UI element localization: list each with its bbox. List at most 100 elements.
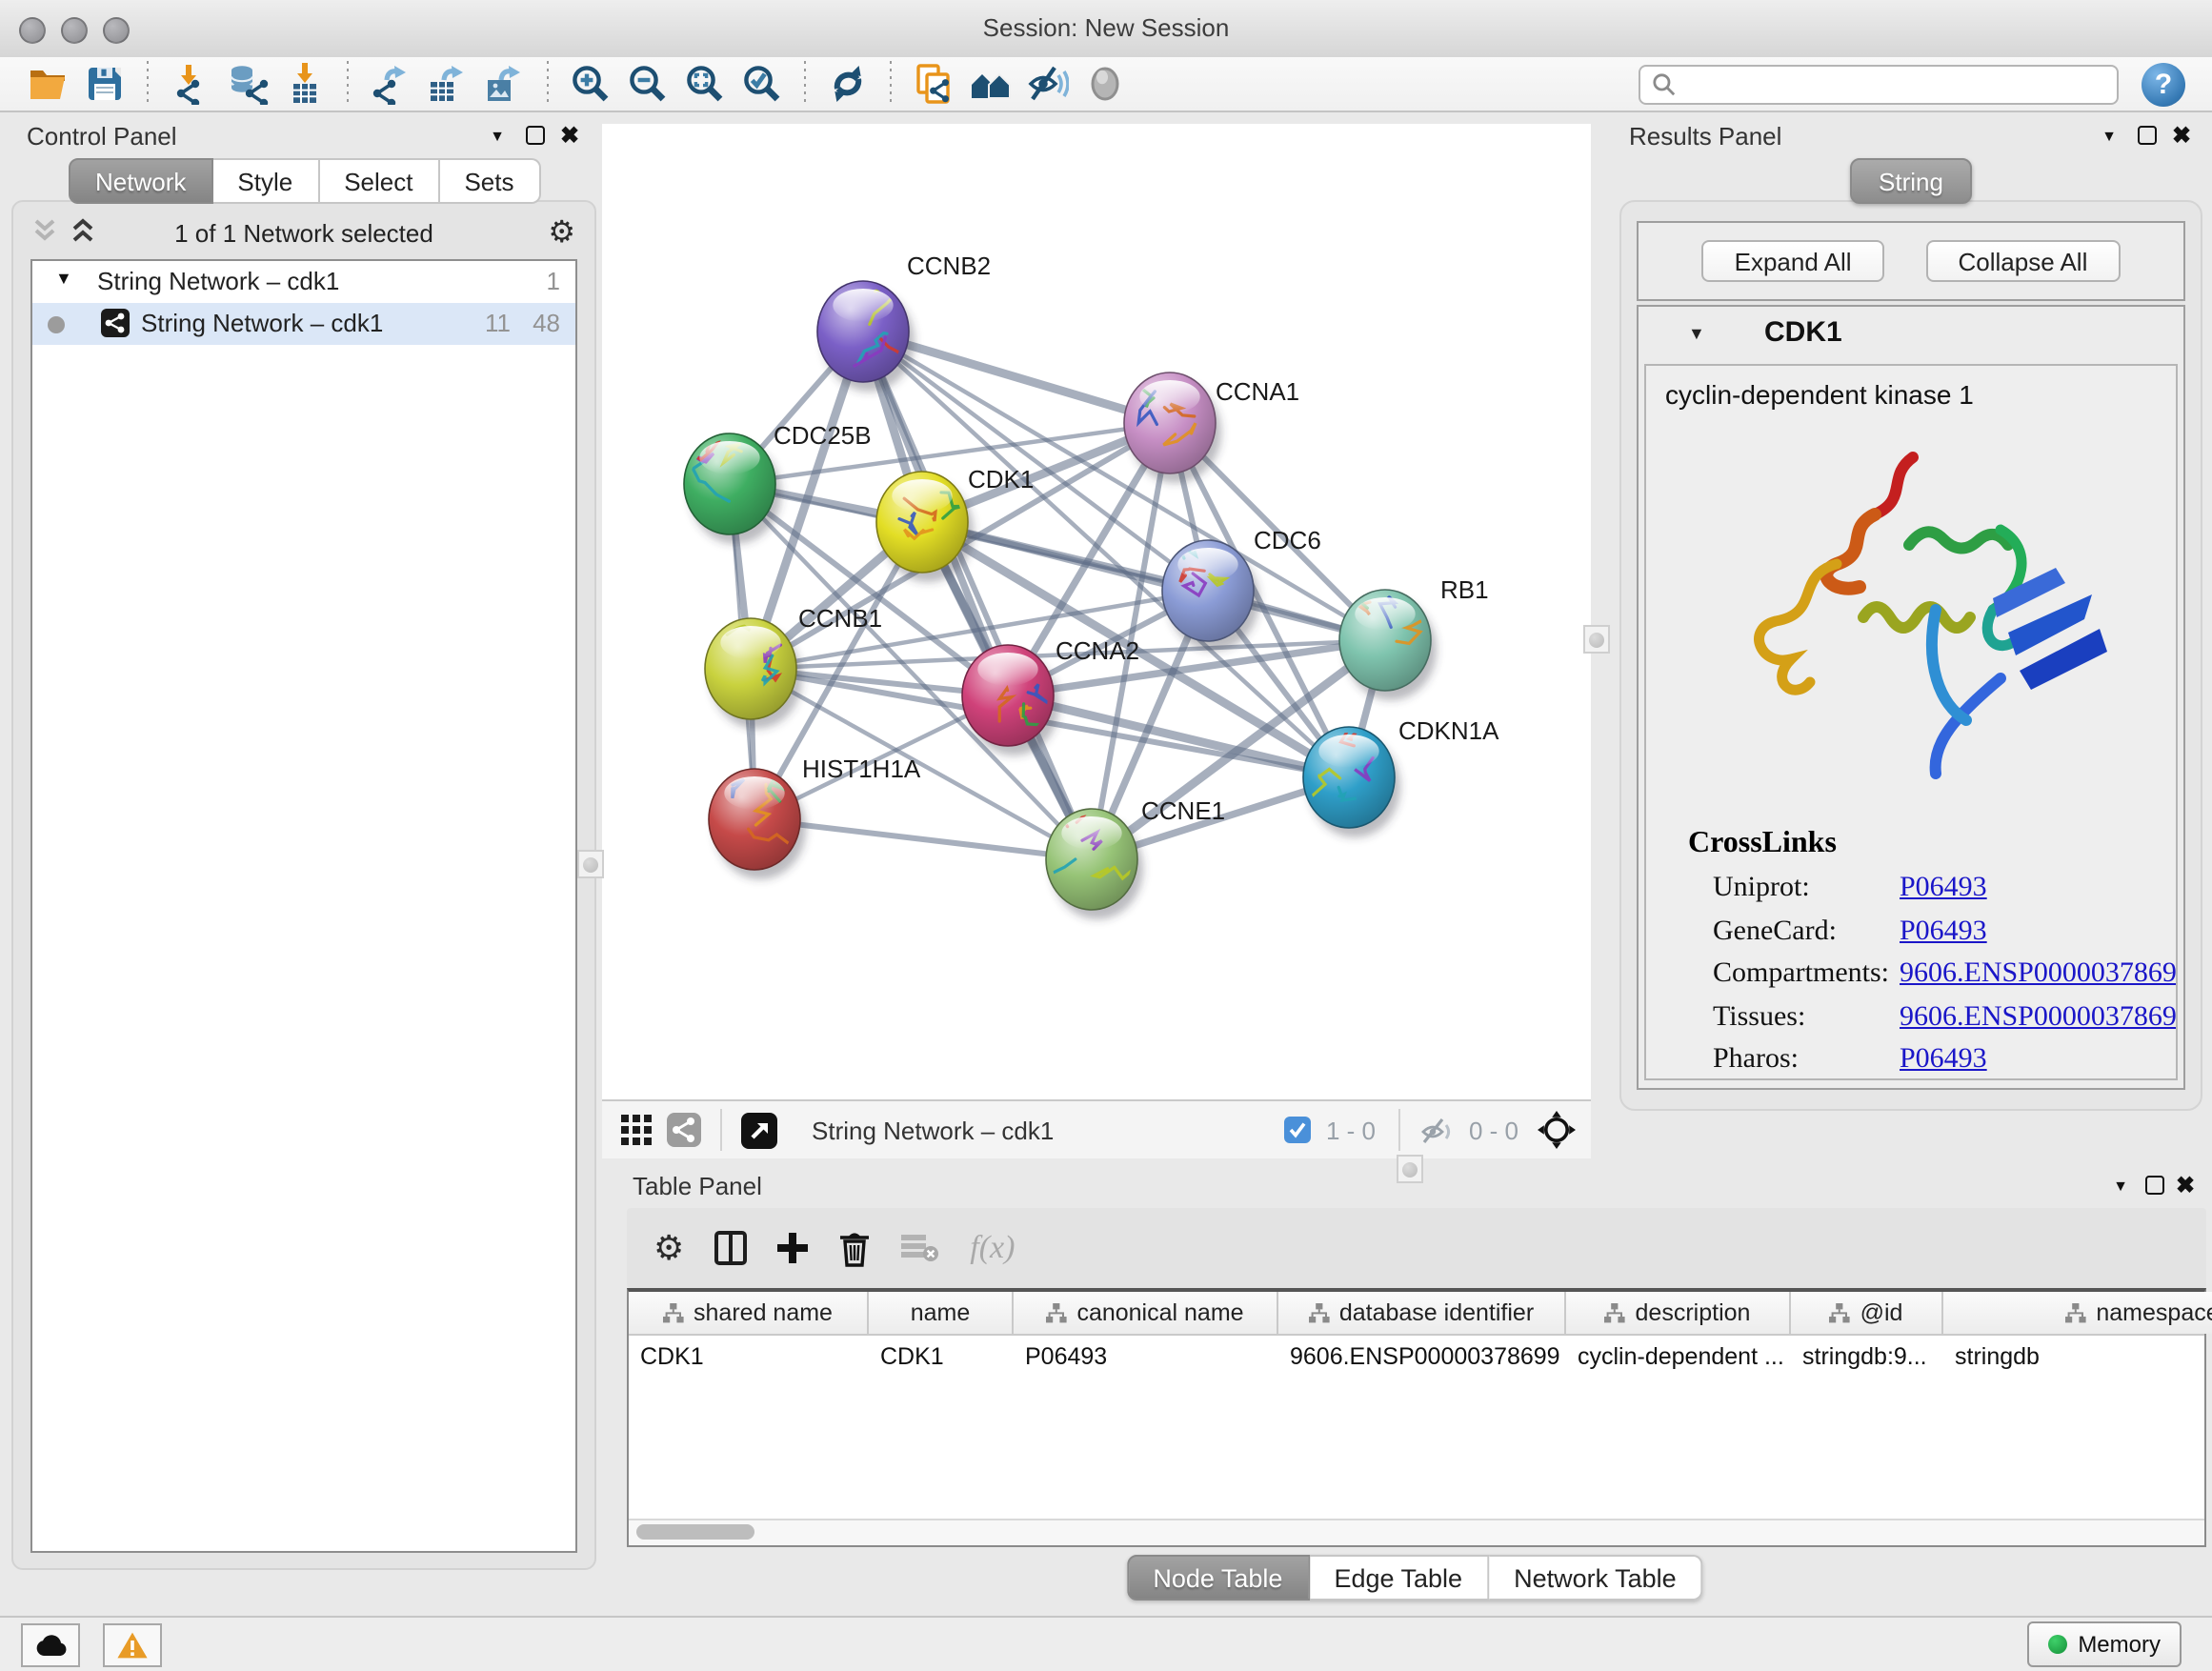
table-cell[interactable]: CDK1 (869, 1336, 1014, 1378)
network-canvas[interactable]: CCNB2CCNA1CDC25BCDK1CDC6RB1CCNB1CCNA2CDK… (602, 124, 1591, 1099)
tab-node-table[interactable]: Node Table (1126, 1555, 1309, 1601)
table-horizontal-scrollbar[interactable] (629, 1519, 2204, 1545)
import-database-icon[interactable] (223, 59, 272, 109)
expand-all-button[interactable]: Expand All (1702, 240, 1884, 282)
node-HIST1H1A[interactable]: HIST1H1A (709, 755, 921, 879)
hide-selected-icon[interactable] (1023, 59, 1073, 109)
window-title: Session: New Session (0, 13, 2212, 42)
table-settings-gear-icon[interactable]: ⚙ (654, 1228, 684, 1268)
clone-network-icon[interactable] (909, 59, 958, 109)
table-cell[interactable]: P06493 (1014, 1336, 1278, 1378)
column-label: canonical name (1076, 1299, 1243, 1326)
node-CDK1[interactable]: CDK1 (876, 465, 1034, 582)
panel-float-icon[interactable] (2143, 1174, 2166, 1197)
table-cell[interactable]: stringdb (1943, 1336, 2212, 1378)
results-panel-title: Results Panel (1629, 122, 1781, 151)
column-header-id[interactable]: @id (1791, 1292, 1943, 1334)
crosslink-link[interactable]: P06493 (1900, 1044, 1987, 1075)
panel-menu-icon[interactable]: ▼ (2098, 124, 2121, 147)
protein-name: CDK1 (1764, 316, 1842, 349)
memory-label: Memory (2078, 1631, 2161, 1658)
selected-nodes-checkbox-icon[interactable] (1284, 1117, 1311, 1143)
column-header-canonicalname[interactable]: canonical name (1014, 1292, 1278, 1334)
help-button[interactable]: ? (2142, 62, 2185, 106)
memory-status-dot (2047, 1635, 2066, 1654)
zoom-fit-icon[interactable] (680, 59, 730, 109)
tab-select[interactable]: Select (319, 158, 439, 204)
panel-close-icon[interactable]: ✖ (2170, 124, 2193, 147)
panel-menu-icon[interactable]: ▼ (486, 124, 509, 147)
grid-view-icon[interactable] (621, 1115, 652, 1145)
node-RB1[interactable]: RB1 (1339, 575, 1489, 700)
tab-string[interactable]: String (1850, 158, 1972, 204)
crosslink-link[interactable]: 9606.ENSP00000378699 (1900, 1001, 2178, 1032)
show-columns-icon[interactable] (714, 1231, 747, 1265)
column-header-description[interactable]: description (1566, 1292, 1791, 1334)
collapse-all-button[interactable]: Collapse All (1926, 240, 2121, 282)
panel-close-icon[interactable]: ✖ (558, 124, 581, 147)
crosslink-link[interactable]: 9606.ENSP00000378699 (1900, 958, 2178, 989)
node-CCNB1[interactable]: CCNB1 (705, 604, 882, 729)
tab-style[interactable]: Style (212, 158, 319, 204)
column-header-namespace[interactable]: namespace (1943, 1292, 2212, 1334)
warnings-button[interactable] (103, 1623, 162, 1667)
create-column-plus-icon[interactable] (777, 1233, 808, 1263)
column-header-sharedname[interactable]: shared name (629, 1292, 869, 1334)
delete-column-trash-icon[interactable] (838, 1230, 871, 1266)
tab-network-table[interactable]: Network Table (1489, 1555, 1703, 1601)
column-label: name (911, 1299, 971, 1326)
crosslink-link[interactable]: P06493 (1900, 916, 1987, 946)
table-cell[interactable]: 9606.ENSP00000378699 (1278, 1336, 1566, 1378)
node-CDC25B[interactable]: CDC25B (684, 421, 872, 544)
collapse-section-caret-icon[interactable]: ▼ (1688, 324, 1705, 343)
node-CDKN1A[interactable]: CDKN1A (1303, 716, 1499, 837)
node-CCNE1[interactable]: CCNE1 (1040, 796, 1225, 919)
search-field[interactable] (1639, 64, 2119, 104)
table-cell[interactable]: cyclin-dependent ... (1566, 1336, 1791, 1378)
panel-menu-icon[interactable]: ▼ (2109, 1174, 2132, 1197)
node-label-CDC25B: CDC25B (774, 421, 872, 450)
right-splitter-handle[interactable] (1583, 625, 1610, 654)
tab-edge-table[interactable]: Edge Table (1309, 1555, 1489, 1601)
panel-float-icon[interactable] (2136, 124, 2159, 147)
zoom-in-icon[interactable] (566, 59, 615, 109)
network-row[interactable]: String Network – cdk1 11 48 (32, 303, 575, 345)
refresh-icon[interactable] (823, 59, 873, 109)
tab-network[interactable]: Network (69, 158, 212, 204)
collection-expand-caret-icon[interactable]: ▼ (55, 269, 72, 288)
search-input[interactable] (1677, 67, 2117, 101)
export-image-icon[interactable] (480, 59, 530, 109)
export-network-icon[interactable] (366, 59, 415, 109)
import-table-icon[interactable] (280, 59, 330, 109)
memory-button[interactable]: Memory (2026, 1621, 2182, 1667)
panel-float-icon[interactable] (524, 124, 547, 147)
table-cell[interactable]: stringdb:9... (1791, 1336, 1943, 1378)
panel-close-icon[interactable]: ✖ (2174, 1174, 2197, 1197)
tab-sets[interactable]: Sets (439, 158, 540, 204)
crosslink-row: Pharos:P06493 (1713, 1044, 2168, 1080)
crosslink-link[interactable]: P06493 (1900, 873, 1987, 903)
birds-eye-view-icon[interactable] (741, 1112, 777, 1148)
import-network-icon[interactable] (166, 59, 215, 109)
save-session-icon[interactable] (80, 59, 130, 109)
protein-section-header[interactable]: ▼ CDK1 (1639, 307, 2183, 362)
fit-content-target-icon[interactable] (1538, 1111, 1576, 1149)
cloud-status-button[interactable] (21, 1623, 80, 1667)
first-neighbors-icon[interactable] (966, 59, 1016, 109)
column-header-name[interactable]: name (869, 1292, 1014, 1334)
column-header-databaseidentifier[interactable]: database identifier (1278, 1292, 1566, 1334)
export-table-icon[interactable] (423, 59, 473, 109)
network-options-gear-icon[interactable]: ⚙ (548, 213, 575, 252)
node-CCNB2[interactable]: CCNB2 (817, 252, 991, 392)
selected-node-edge-counts: 1 - 0 (1326, 1116, 1376, 1144)
network-collection-row[interactable]: ▼ String Network – cdk1 1 (32, 261, 575, 303)
zoom-selected-icon[interactable] (737, 59, 787, 109)
table-cell[interactable]: CDK1 (629, 1336, 869, 1378)
left-splitter-handle[interactable] (577, 850, 604, 878)
table-row[interactable]: CDK1CDK1P064939606.ENSP00000378699cyclin… (629, 1336, 2204, 1378)
network-share-icon[interactable] (667, 1113, 701, 1147)
scrollbar-thumb[interactable] (636, 1524, 754, 1540)
show-all-icon[interactable] (1080, 59, 1130, 109)
zoom-out-icon[interactable] (623, 59, 673, 109)
open-session-icon[interactable] (23, 59, 72, 109)
